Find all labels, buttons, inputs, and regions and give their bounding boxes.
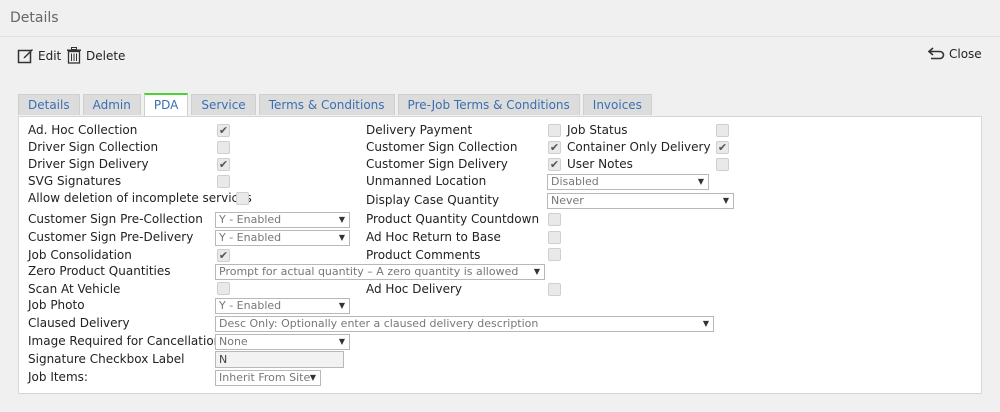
edit-icon	[17, 47, 34, 64]
customer-sign-delivery-label: Customer Sign Delivery	[366, 157, 508, 171]
product-comments-label: Product Comments	[366, 248, 481, 262]
allow-deletion-label: Allow deletion of incomplete services	[28, 191, 252, 205]
job-consolidation-checkbox[interactable]: ✔	[217, 249, 230, 262]
unmanned-location-label: Unmanned Location	[366, 174, 487, 188]
svg-signatures-checkbox[interactable]	[217, 175, 230, 188]
checkmark-icon: ✔	[218, 249, 229, 262]
job-items-select[interactable]: Inherit From Site ▼	[215, 370, 321, 386]
customer-sign-pre-delivery-select[interactable]: Y - Enabled ▼	[215, 230, 350, 246]
container-only-delivery-checkbox[interactable]: ✔	[716, 141, 729, 154]
product-quantity-countdown-label: Product Quantity Countdown	[366, 212, 540, 226]
scan-at-vehicle-checkbox[interactable]	[217, 282, 230, 295]
job-photo-label: Job Photo	[28, 298, 85, 312]
tab-details[interactable]: Details	[18, 94, 80, 115]
product-quantity-countdown-checkbox[interactable]	[548, 213, 561, 226]
allow-deletion-checkbox[interactable]	[236, 192, 249, 205]
signature-checkbox-label-label: Signature Checkbox Label	[28, 352, 185, 366]
driver-sign-delivery-label: Driver Sign Delivery	[28, 157, 149, 171]
close-button[interactable]: Close	[928, 47, 982, 61]
return-arrow-icon	[928, 47, 945, 61]
job-items-label: Job Items:	[28, 370, 88, 384]
checkmark-icon: ✔	[218, 124, 229, 137]
ad-hoc-return-to-base-checkbox[interactable]	[548, 231, 561, 244]
customer-sign-pre-collection-label: Customer Sign Pre-Collection	[28, 212, 203, 226]
driver-sign-delivery-checkbox[interactable]: ✔	[217, 158, 230, 171]
user-notes-label: User Notes	[567, 157, 633, 171]
job-status-checkbox[interactable]	[716, 124, 729, 137]
job-consolidation-label: Job Consolidation	[28, 248, 132, 262]
job-status-label: Job Status	[567, 123, 628, 137]
customer-sign-pre-collection-value: Y - Enabled	[219, 213, 282, 226]
checkmark-icon: ✔	[218, 158, 229, 171]
image-required-cancellations-select[interactable]: None ▼	[215, 334, 350, 350]
dropdown-arrow-icon: ▼	[338, 215, 345, 224]
customer-sign-pre-collection-select[interactable]: Y - Enabled ▼	[215, 212, 350, 228]
customer-sign-collection-checkbox[interactable]: ✔	[548, 141, 561, 154]
product-comments-checkbox[interactable]	[548, 248, 561, 261]
checkmark-icon: ✔	[549, 141, 560, 154]
checkmark-icon: ✔	[549, 158, 560, 171]
tab-admin[interactable]: Admin	[82, 94, 141, 115]
dropdown-arrow-icon: ▼	[338, 337, 345, 346]
delivery-payment-checkbox[interactable]	[548, 124, 561, 137]
edit-button[interactable]: Edit	[17, 47, 61, 64]
dropdown-arrow-icon: ▼	[697, 177, 704, 186]
customer-sign-pre-delivery-value: Y - Enabled	[219, 231, 282, 244]
tab-terms-conditions[interactable]: Terms & Conditions	[258, 94, 395, 115]
header-divider	[0, 36, 1000, 37]
dropdown-arrow-icon: ▼	[722, 196, 729, 205]
display-case-quantity-select[interactable]: Never ▼	[547, 193, 734, 209]
dropdown-arrow-icon: ▼	[702, 319, 709, 328]
dropdown-arrow-icon: ▼	[338, 301, 345, 310]
claused-delivery-value: Desc Only: Optionally enter a claused de…	[219, 317, 539, 330]
close-button-label: Close	[949, 47, 982, 61]
job-items-value: Inherit From Site	[219, 371, 311, 384]
tab-invoices[interactable]: Invoices	[582, 94, 652, 115]
customer-sign-pre-delivery-label: Customer Sign Pre-Delivery	[28, 230, 194, 244]
svg-signatures-label: SVG Signatures	[28, 174, 122, 188]
job-photo-value: Y - Enabled	[219, 299, 282, 312]
delivery-payment-label: Delivery Payment	[366, 123, 473, 137]
customer-sign-collection-label: Customer Sign Collection	[366, 140, 518, 154]
delete-button[interactable]: Delete	[66, 47, 125, 64]
delete-button-label: Delete	[86, 48, 126, 63]
scan-at-vehicle-label: Scan At Vehicle	[28, 282, 121, 296]
display-case-quantity-value: Never	[551, 194, 584, 207]
ad-hoc-delivery-checkbox[interactable]	[548, 283, 561, 296]
ad-hoc-delivery-label: Ad Hoc Delivery	[366, 282, 463, 296]
trash-icon	[66, 47, 82, 64]
image-required-cancellations-label: Image Required for Cancellations	[28, 334, 228, 348]
signature-checkbox-label-input[interactable]: N	[215, 351, 344, 368]
tab-pda[interactable]: PDA	[143, 93, 189, 116]
tab-bar: Details Admin PDA Service Terms & Condit…	[18, 93, 652, 117]
job-photo-select[interactable]: Y - Enabled ▼	[215, 298, 350, 314]
claused-delivery-select[interactable]: Desc Only: Optionally enter a claused de…	[215, 316, 714, 332]
claused-delivery-label: Claused Delivery	[28, 316, 130, 330]
page-title: Details	[10, 10, 59, 26]
checkmark-icon: ✔	[717, 141, 728, 154]
zero-product-quantities-value: Prompt for actual quantity – A zero quan…	[219, 265, 519, 278]
tab-pre-job-terms-conditions[interactable]: Pre-Job Terms & Conditions	[397, 94, 580, 115]
customer-sign-delivery-checkbox[interactable]: ✔	[548, 158, 561, 171]
edit-button-label: Edit	[38, 48, 62, 63]
zero-product-quantities-label: Zero Product Quantities	[28, 264, 171, 278]
ad-hoc-collection-checkbox[interactable]: ✔	[217, 124, 230, 137]
driver-sign-collection-label: Driver Sign Collection	[28, 140, 159, 154]
dropdown-arrow-icon: ▼	[309, 373, 316, 382]
user-notes-checkbox[interactable]	[716, 158, 729, 171]
tab-service[interactable]: Service	[191, 94, 256, 115]
driver-sign-collection-checkbox[interactable]	[217, 141, 230, 154]
ad-hoc-return-to-base-label: Ad Hoc Return to Base	[366, 230, 501, 244]
ad-hoc-collection-label: Ad. Hoc Collection	[28, 123, 138, 137]
zero-product-quantities-select[interactable]: Prompt for actual quantity – A zero quan…	[215, 264, 545, 280]
image-required-cancellations-value: None	[219, 335, 248, 348]
container-only-delivery-label: Container Only Delivery	[567, 140, 711, 154]
dropdown-arrow-icon: ▼	[533, 267, 540, 276]
unmanned-location-select[interactable]: Disabled ▼	[547, 174, 709, 190]
dropdown-arrow-icon: ▼	[338, 233, 345, 242]
display-case-quantity-label: Display Case Quantity	[366, 193, 500, 207]
unmanned-location-value: Disabled	[551, 175, 599, 188]
